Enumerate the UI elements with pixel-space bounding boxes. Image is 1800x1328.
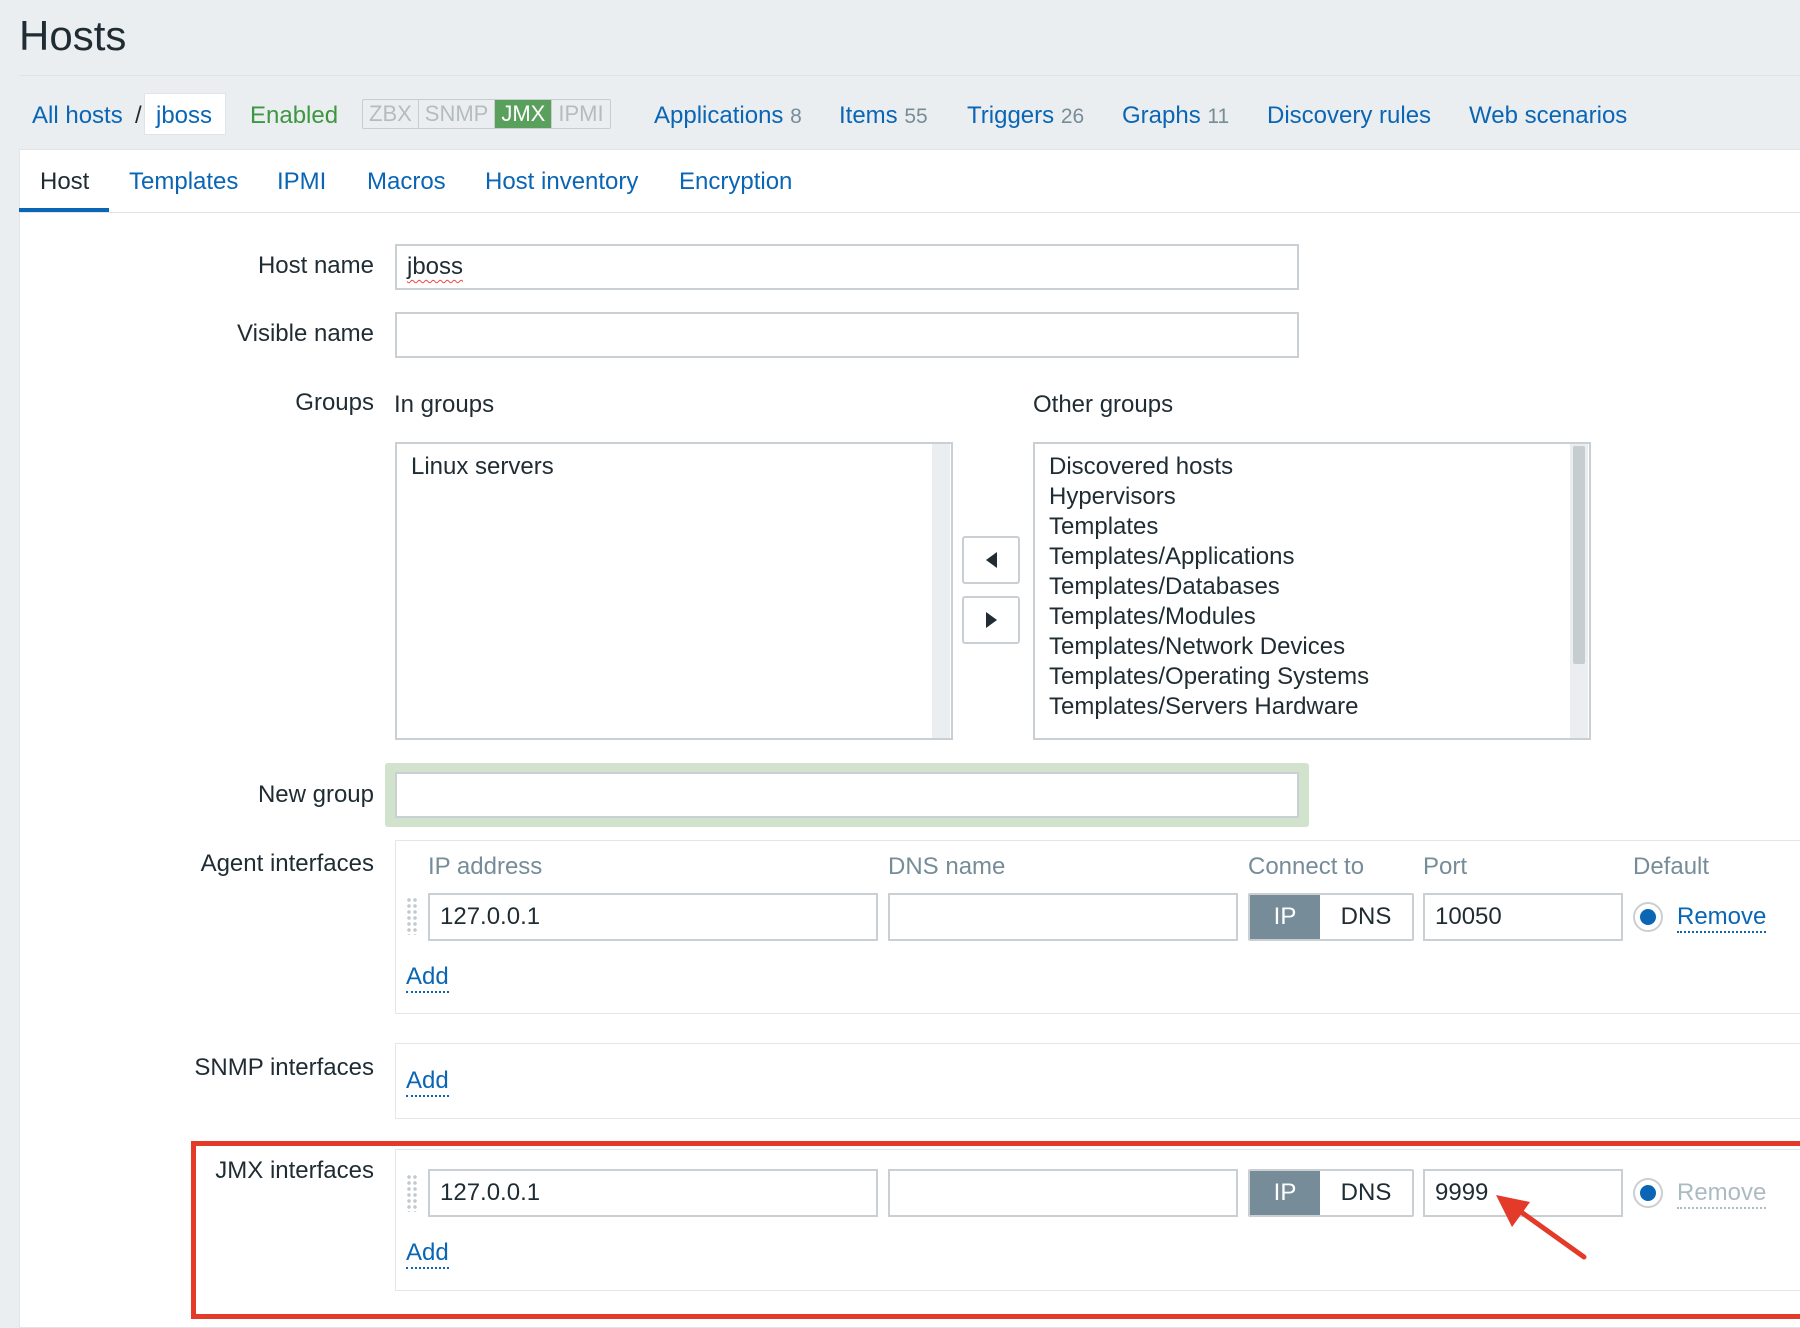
breadcrumb-current[interactable]: jboss — [156, 96, 212, 136]
status-enabled[interactable]: Enabled — [250, 96, 338, 136]
nav-triggers[interactable]: Triggers 26 — [967, 96, 1084, 136]
other-groups-item[interactable]: Hypervisors — [1049, 482, 1575, 512]
snmp-add-link[interactable]: Add — [406, 1067, 449, 1097]
tab-templates[interactable]: Templates — [129, 164, 238, 200]
in-groups-label: In groups — [394, 391, 495, 418]
snmp-interfaces-box — [395, 1043, 1800, 1119]
other-groups-listbox[interactable]: Discovered hosts Hypervisors Templates T… — [1033, 442, 1591, 740]
other-groups-item[interactable]: Templates/Operating Systems — [1049, 662, 1575, 692]
availability-jmx: JMX — [495, 100, 553, 128]
snmp-interfaces-label: SNMP interfaces — [194, 1054, 374, 1081]
nav-applications[interactable]: Applications 8 — [654, 96, 802, 136]
page-title: Hosts — [19, 12, 127, 59]
title-divider — [19, 75, 1800, 76]
other-groups-item[interactable]: Discovered hosts — [1049, 452, 1575, 482]
radio-selected-dot — [1640, 909, 1656, 925]
agent-port-input[interactable]: 10050 — [1423, 893, 1623, 941]
move-right-button[interactable] — [962, 596, 1020, 644]
agent-connect-toggle[interactable]: IP DNS — [1248, 893, 1414, 941]
nav-graphs[interactable]: Graphs 11 — [1122, 96, 1229, 136]
groups-label: Groups — [295, 389, 374, 416]
agent-ip-input[interactable]: 127.0.0.1 — [428, 893, 878, 941]
availability-zbx: ZBX — [363, 100, 419, 128]
visible-name-label: Visible name — [237, 320, 374, 347]
drag-handle-icon[interactable] — [406, 897, 418, 935]
agent-interfaces-label: Agent interfaces — [200, 850, 374, 877]
other-groups-item[interactable]: Templates/Servers Hardware — [1049, 692, 1575, 722]
host-name-label: Host name — [257, 252, 374, 279]
col-ip-address: IP address — [428, 853, 543, 880]
arrow-left-icon — [985, 552, 997, 568]
col-default: Default — [1633, 853, 1710, 880]
other-groups-item[interactable]: Templates/Databases — [1049, 572, 1575, 602]
agent-add-link[interactable]: Add — [406, 963, 449, 993]
col-port: Port — [1423, 853, 1468, 880]
nav-web-scenarios[interactable]: Web scenarios — [1469, 96, 1627, 136]
agent-connect-ip[interactable]: IP — [1250, 895, 1320, 939]
other-groups-label: Other groups — [1033, 391, 1174, 418]
availability-ipmi: IPMI — [558, 101, 604, 126]
other-groups-item[interactable]: Templates — [1049, 512, 1575, 542]
in-groups-scrollbar[interactable] — [932, 444, 950, 738]
tab-macros[interactable]: Macros — [367, 164, 446, 200]
other-groups-item[interactable]: Templates/Network Devices — [1049, 632, 1575, 662]
new-group-input[interactable] — [395, 772, 1299, 818]
nav-items[interactable]: Items 55 — [839, 96, 928, 136]
agent-connect-dns[interactable]: DNS — [1320, 895, 1412, 939]
other-groups-scroll-thumb[interactable] — [1573, 446, 1585, 664]
breadcrumb-separator: / — [135, 102, 142, 129]
in-groups-item[interactable]: Linux servers — [411, 452, 937, 482]
tab-encryption[interactable]: Encryption — [679, 164, 792, 200]
tab-host-inventory[interactable]: Host inventory — [485, 164, 638, 200]
col-connect-to: Connect to — [1248, 853, 1365, 880]
agent-default-radio[interactable] — [1633, 902, 1663, 932]
availability-snmp: SNMP — [419, 100, 496, 128]
tab-host[interactable]: Host — [40, 164, 89, 200]
arrow-right-icon — [985, 612, 997, 628]
new-group-label: New group — [257, 781, 374, 808]
other-groups-item[interactable]: Templates/Modules — [1049, 602, 1575, 632]
host-name-value: jboss — [407, 253, 464, 280]
active-tab-indicator — [19, 208, 109, 212]
agent-port-value: 10050 — [1435, 903, 1502, 930]
annotation-arrow-icon — [1496, 1195, 1587, 1260]
agent-dns-input[interactable] — [888, 893, 1238, 941]
tabs-divider — [19, 212, 1800, 213]
col-dns-name: DNS name — [888, 853, 1006, 880]
other-groups-item[interactable]: Templates/Applications — [1049, 542, 1575, 572]
other-groups-scrollbar[interactable] — [1570, 444, 1588, 738]
agent-remove-link[interactable]: Remove — [1677, 903, 1767, 933]
agent-ip-value: 127.0.0.1 — [440, 903, 541, 930]
availability-indicators: ZBX SNMP JMX IPMI — [362, 99, 611, 129]
host-name-input[interactable]: jboss — [395, 244, 1299, 290]
visible-name-input[interactable] — [395, 312, 1299, 358]
tab-ipmi[interactable]: IPMI — [277, 164, 326, 200]
in-groups-listbox[interactable]: Linux servers — [395, 442, 953, 740]
move-left-button[interactable] — [962, 536, 1020, 584]
breadcrumb-all-hosts[interactable]: All hosts — [32, 96, 123, 136]
nav-discovery-rules[interactable]: Discovery rules — [1267, 96, 1431, 136]
